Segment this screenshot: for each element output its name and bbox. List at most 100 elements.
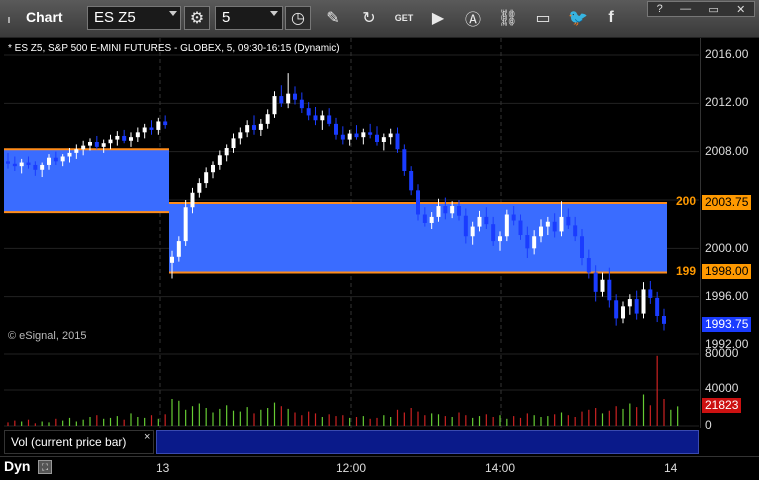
candle-body — [74, 149, 79, 153]
chevron-down-icon[interactable] — [270, 11, 278, 16]
candle-body — [26, 162, 31, 165]
candle-body — [204, 172, 209, 184]
candle-body — [142, 127, 147, 133]
toolbar: Chart ES Z5 ⚙ 5 ◷ ✎ ↻ GET ▶ Ⓐ ⛓ ▭ 🐦 f ? … — [0, 0, 759, 38]
candle-body — [231, 138, 236, 149]
candle-body — [101, 143, 106, 147]
candle-body — [491, 224, 496, 242]
candle-body — [340, 134, 345, 140]
dynamic-mode-button[interactable]: Dyn — [4, 458, 30, 474]
candle-body — [217, 155, 222, 165]
candle-body — [108, 139, 113, 144]
candle-body — [395, 133, 400, 150]
candle-body — [47, 157, 51, 165]
candle-body — [265, 114, 270, 124]
window-controls: ? — ▭ ✕ — [647, 1, 755, 17]
candle-body — [545, 221, 550, 227]
link-icon[interactable]: ⛓ — [495, 5, 521, 31]
candle-body — [498, 236, 502, 242]
candle-body — [190, 192, 195, 208]
volume-current-tag: 21823 — [702, 398, 742, 413]
volume-chart[interactable] — [4, 348, 699, 428]
candle-body — [252, 125, 256, 130]
candle-body — [334, 123, 338, 135]
candle-body — [245, 125, 250, 133]
candle-body — [347, 133, 352, 140]
comment-icon[interactable]: ▭ — [530, 5, 556, 31]
play-icon[interactable]: ▶ — [425, 5, 451, 31]
candle-body — [593, 272, 598, 292]
candle-body — [320, 115, 325, 121]
time-label: 14:00 — [485, 461, 516, 475]
candle-body — [354, 133, 359, 138]
candle-body — [19, 162, 24, 167]
twitter-icon[interactable]: 🐦 — [565, 5, 591, 31]
candle-body — [532, 236, 537, 249]
price-label: 1996.00 — [705, 289, 749, 303]
price-label: 2000.00 — [705, 241, 749, 255]
candle-body — [621, 306, 625, 319]
candle-body — [381, 137, 386, 142]
candle-body — [607, 279, 612, 301]
price-tag-upper: 2003.75 — [702, 195, 752, 210]
get-icon[interactable]: GET — [391, 5, 417, 31]
candle-body — [422, 214, 427, 223]
candle-body — [135, 132, 140, 138]
chart-icon — [8, 11, 22, 23]
candle-body — [163, 121, 168, 126]
price-label: 2016.00 — [705, 47, 749, 61]
candle-body — [306, 108, 311, 116]
candle-body — [67, 152, 72, 157]
candle-body — [258, 123, 263, 130]
clock-icon[interactable]: ◷ — [285, 6, 311, 30]
candle-body — [197, 183, 202, 193]
candle-body — [416, 190, 420, 215]
candle-body — [477, 216, 482, 227]
candle-body — [122, 135, 127, 141]
candle-body — [238, 132, 243, 139]
candle-body — [580, 236, 584, 258]
minimize-icon[interactable]: — — [680, 3, 691, 15]
candle-body — [504, 214, 509, 237]
candle-body — [183, 207, 188, 242]
help-icon[interactable]: ? — [657, 3, 663, 15]
candle-body — [450, 206, 455, 214]
price-label: 2008.00 — [705, 144, 749, 158]
chevron-down-icon[interactable] — [169, 11, 177, 16]
price-chart[interactable] — [4, 38, 699, 345]
close-icon[interactable]: × — [144, 431, 150, 443]
symbol-input[interactable]: ES Z5 — [87, 6, 181, 30]
candle-body — [299, 99, 304, 109]
lock-icon[interactable]: ⛶ — [38, 460, 52, 474]
candle-body — [149, 127, 154, 130]
volume-legend-bar — [156, 430, 699, 454]
candle-body — [662, 316, 666, 324]
time-label: 12:00 — [336, 461, 367, 475]
close-icon[interactable]: ✕ — [736, 3, 745, 16]
refresh-icon[interactable]: ↻ — [356, 5, 382, 31]
pencil-icon[interactable]: ✎ — [320, 5, 346, 31]
candle-body — [327, 115, 332, 124]
candle-body — [6, 161, 10, 164]
candle-body — [463, 215, 468, 237]
candle-body — [655, 297, 660, 316]
maximize-icon[interactable]: ▭ — [708, 3, 718, 16]
candle-body — [586, 258, 591, 273]
time-axis[interactable] — [0, 456, 759, 480]
candle-body — [53, 157, 58, 162]
candle-body — [272, 96, 277, 115]
facebook-icon[interactable]: f — [598, 5, 624, 31]
volume-legend[interactable]: Vol (current price bar) — [4, 430, 154, 454]
candle-body — [600, 279, 605, 292]
candle-body — [388, 133, 393, 138]
candle-body — [279, 96, 284, 104]
candle-body — [539, 226, 543, 237]
candle-body — [313, 115, 318, 121]
candle-body — [224, 148, 229, 156]
gear-icon[interactable]: ⚙ — [184, 6, 210, 30]
interval-input[interactable]: 5 — [215, 6, 283, 30]
candle-body — [88, 142, 92, 146]
candle-body — [457, 206, 461, 216]
alert-icon[interactable]: Ⓐ — [460, 5, 486, 31]
price-tag-last: 1993.75 — [702, 317, 752, 332]
